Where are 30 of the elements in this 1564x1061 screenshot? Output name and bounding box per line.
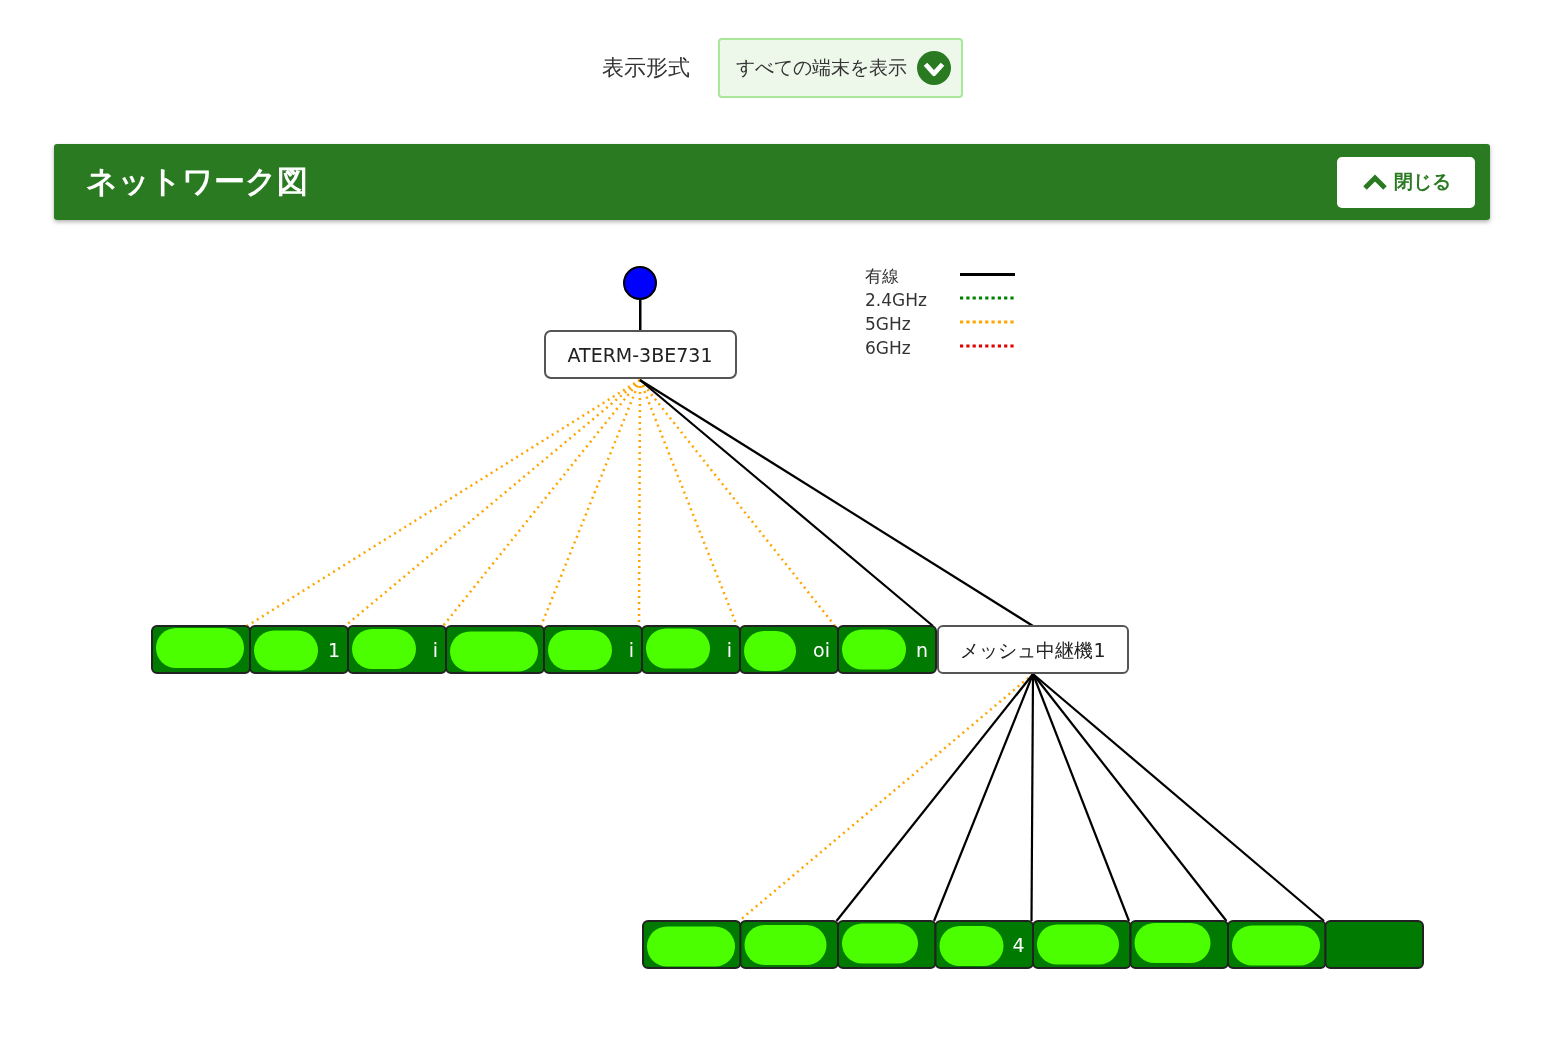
display-mode-select[interactable]: すべての端末を表示 — [717, 38, 963, 98]
device-node[interactable] — [1227, 920, 1327, 969]
connection-line — [639, 300, 642, 331]
panel-title: ネットワーク図 — [86, 162, 308, 201]
legend-label: 2.4GHz — [865, 290, 927, 310]
internet-node — [623, 266, 657, 300]
device-node[interactable] — [642, 920, 742, 969]
filter-label: 表示形式 — [601, 54, 690, 82]
legend-label: 5GHz — [865, 314, 911, 334]
device-node[interactable] — [445, 625, 545, 674]
chevron-down-icon — [916, 51, 951, 85]
device-node[interactable]: i — [641, 625, 741, 674]
device-node[interactable]: 4 — [934, 920, 1034, 969]
device-node[interactable]: i — [543, 625, 643, 674]
device-node[interactable] — [1324, 920, 1424, 969]
legend-label: 有線 — [865, 266, 899, 286]
device-node[interactable]: 1 — [249, 625, 349, 674]
device-node[interactable]: i — [347, 625, 447, 674]
mesh-node[interactable]: メッシュ中継機1 — [937, 625, 1129, 674]
router-node[interactable]: ATERM-3BE731 — [544, 330, 737, 379]
legend-label: 6GHz — [865, 338, 911, 358]
close-button[interactable]: 閉じる — [1337, 156, 1475, 208]
device-node[interactable] — [1129, 920, 1229, 969]
caret-up-icon — [1361, 174, 1388, 190]
device-node[interactable]: n — [837, 625, 937, 674]
device-node[interactable]: oi — [739, 625, 839, 674]
device-node[interactable] — [837, 920, 937, 969]
device-node[interactable] — [151, 625, 251, 674]
device-node[interactable] — [739, 920, 839, 969]
device-node[interactable] — [1032, 920, 1132, 969]
